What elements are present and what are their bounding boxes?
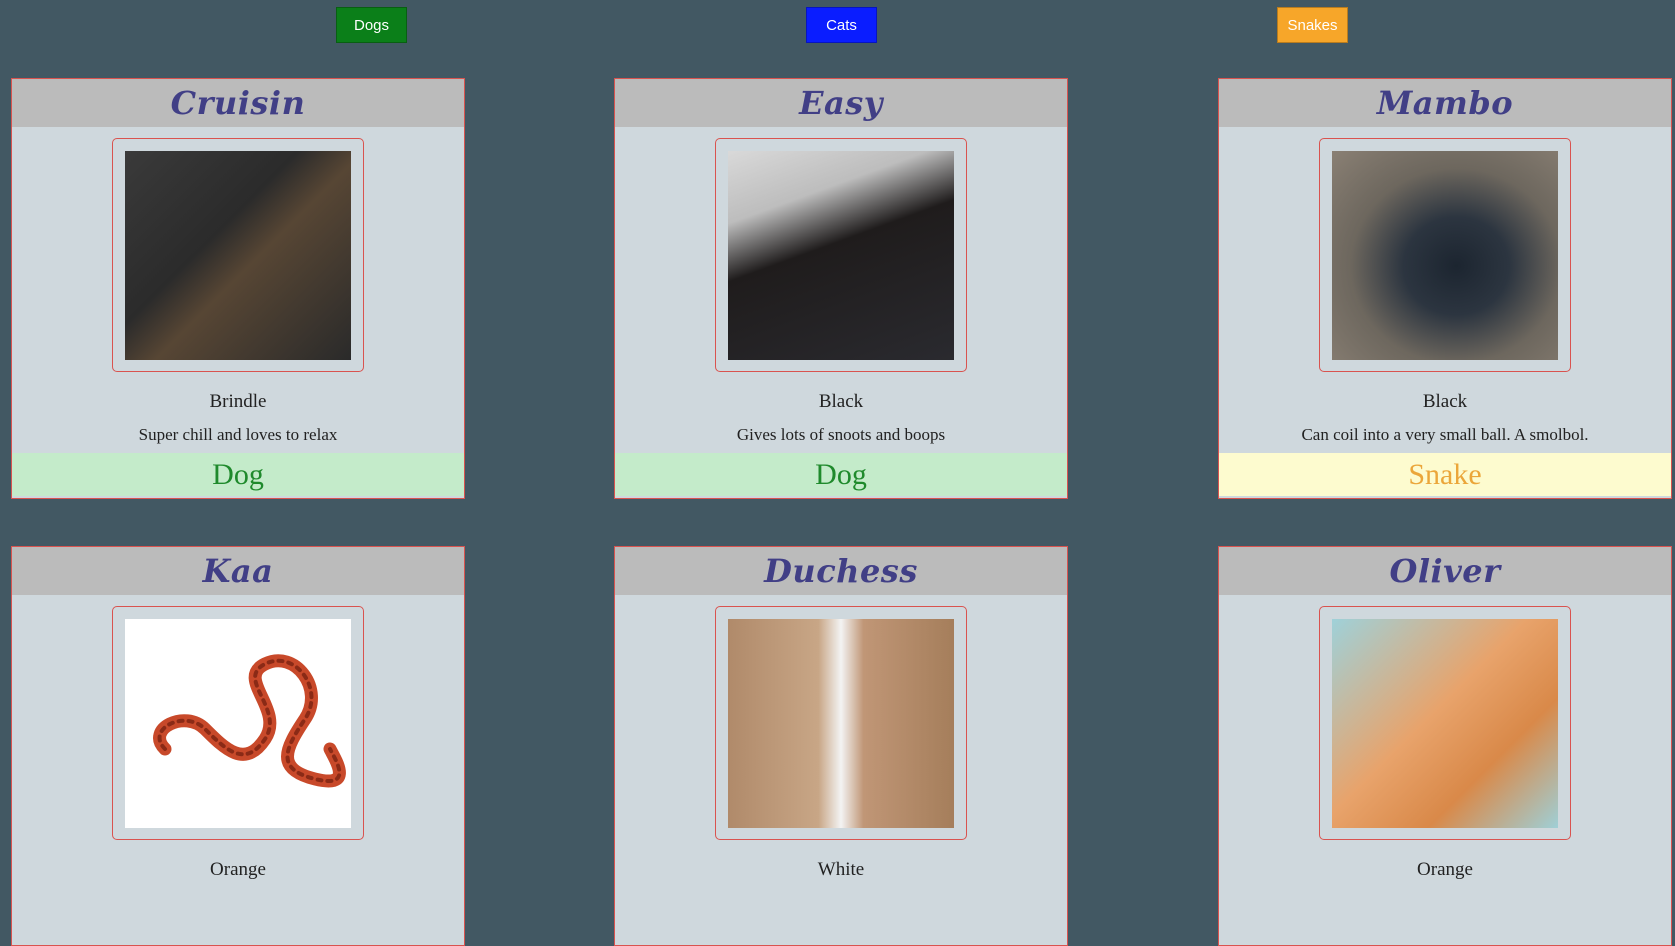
- orange-cat-photo: [1332, 618, 1558, 828]
- pet-name: Oliver: [1219, 547, 1671, 595]
- pet-color: Black: [1422, 391, 1468, 412]
- corn-snake-photo: [125, 618, 351, 828]
- pet-type-badge: Dog: [12, 453, 464, 496]
- pet-name: Duchess: [615, 547, 1067, 595]
- pet-description: Can coil into a very small ball. A smolb…: [1301, 425, 1589, 444]
- pet-name: Cruisin: [12, 79, 464, 127]
- pet-name: Easy: [615, 79, 1067, 127]
- pet-card-cruisin[interactable]: Cruisin Brindle Super chill and loves to…: [11, 78, 465, 499]
- pet-description: Gives lots of snoots and boops: [736, 425, 946, 444]
- pet-name: Mambo: [1219, 79, 1671, 127]
- photo-frame: [715, 138, 967, 372]
- pet-color: Black: [818, 391, 864, 412]
- photo-frame: [112, 606, 364, 840]
- pet-type-badge: Dog: [615, 453, 1067, 496]
- pet-card-oliver[interactable]: Oliver Orange: [1218, 546, 1672, 946]
- photo-frame: [1319, 138, 1571, 372]
- pet-color: Brindle: [209, 391, 267, 412]
- pet-color: Orange: [1417, 859, 1473, 880]
- pet-card-mambo[interactable]: Mambo Black Can coil into a very small b…: [1218, 78, 1672, 499]
- black-snake-photo: [1332, 150, 1558, 360]
- dogs-filter-button[interactable]: Dogs: [336, 7, 407, 43]
- photo-frame: [715, 606, 967, 840]
- brindle-greyhound-photo: [125, 150, 351, 360]
- corn-snake-illustration: [153, 653, 346, 787]
- pet-card-easy[interactable]: Easy Black Gives lots of snoots and boop…: [614, 78, 1068, 499]
- pet-color: Orange: [210, 859, 266, 880]
- pet-card-kaa[interactable]: Kaa Orange: [11, 546, 465, 946]
- pet-type-badge: Snake: [1219, 453, 1671, 496]
- filter-bar: Dogs Cats Snakes: [0, 0, 1675, 78]
- cats-filter-button[interactable]: Cats: [806, 7, 877, 43]
- photo-frame: [1319, 606, 1571, 840]
- pet-name: Kaa: [12, 547, 464, 595]
- pet-description: Super chill and loves to relax: [138, 425, 338, 444]
- black-greyhound-photo: [728, 150, 954, 360]
- snakes-filter-button[interactable]: Snakes: [1277, 7, 1348, 43]
- pet-card-duchess[interactable]: Duchess White: [614, 546, 1068, 946]
- pet-color: White: [817, 859, 865, 880]
- photo-frame: [112, 138, 364, 372]
- white-cat-photo: [728, 618, 954, 828]
